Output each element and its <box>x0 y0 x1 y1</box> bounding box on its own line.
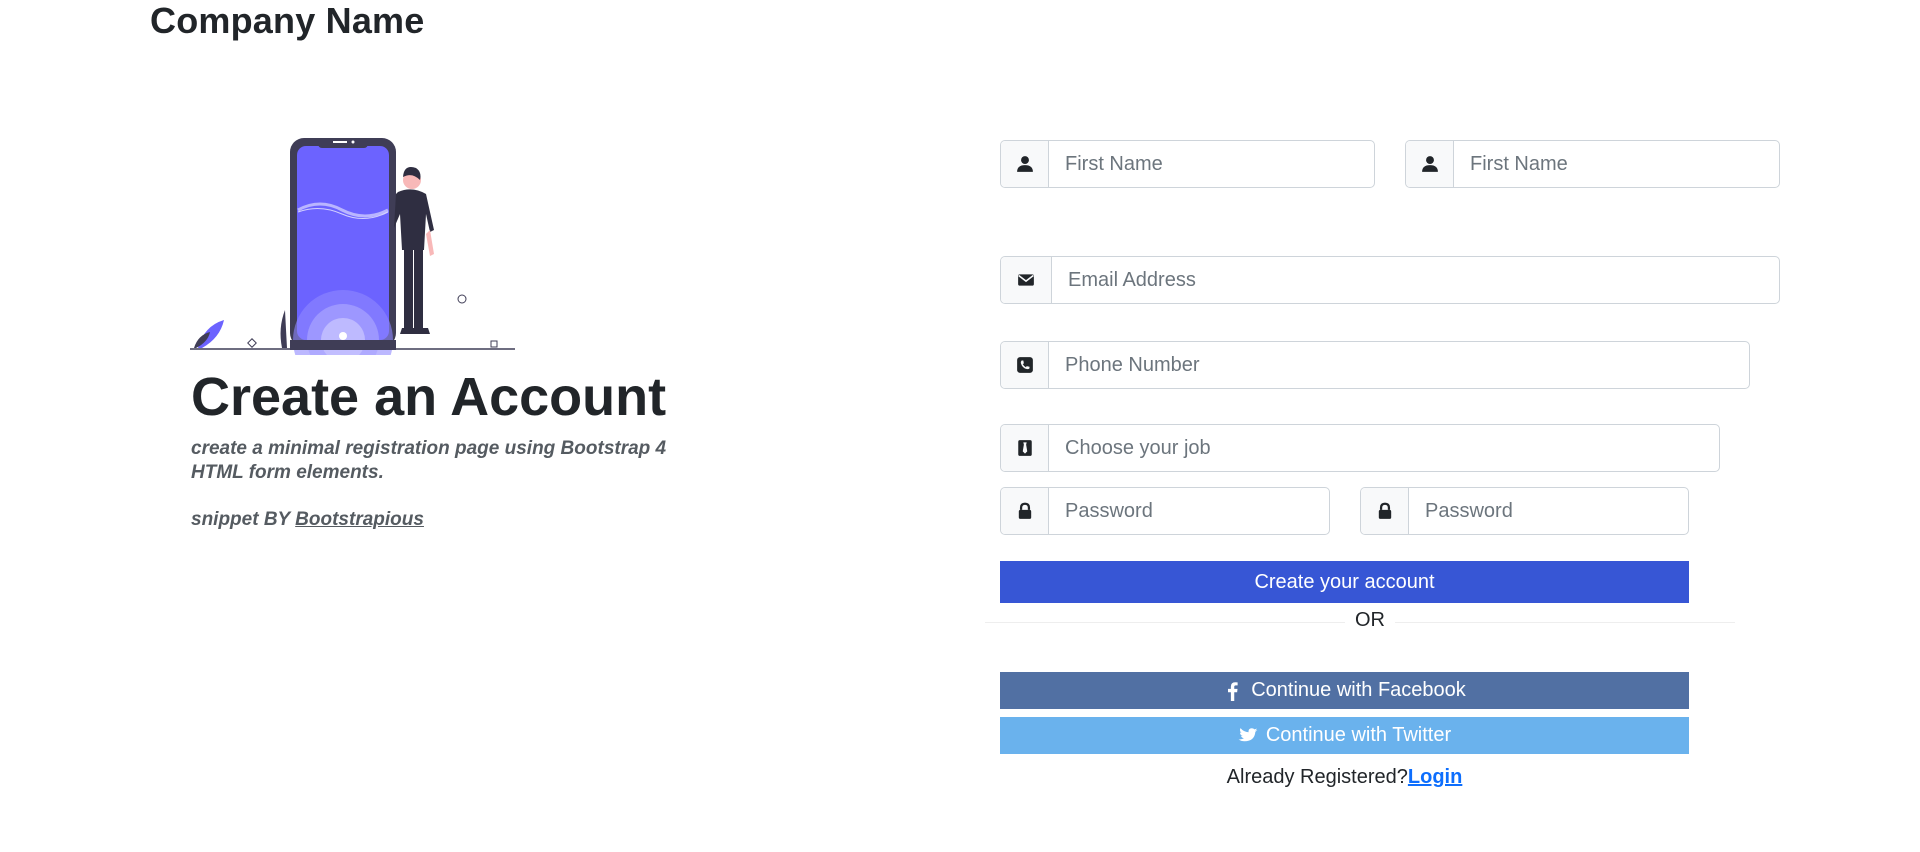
twitter-button-label: Continue with Twitter <box>1265 724 1452 746</box>
last-name-group <box>1405 140 1780 188</box>
create-account-button[interactable]: Create your account <box>1000 561 1689 603</box>
phone-icon <box>1001 342 1049 388</box>
password-confirm-input[interactable] <box>1409 488 1688 534</box>
twitter-icon <box>1238 727 1258 741</box>
first-name-group <box>1000 140 1375 188</box>
facebook-button-label: Continue with Facebook <box>1251 679 1466 701</box>
page-subtitle: create a minimal registration page using… <box>191 438 667 483</box>
already-registered-text: Already Registered? <box>1226 766 1408 788</box>
login-prompt: Already Registered?Login <box>1000 766 1689 789</box>
facebook-icon <box>1228 681 1238 701</box>
facebook-button[interactable]: Continue with Facebook <box>1000 672 1689 709</box>
user-icon <box>1001 141 1049 187</box>
snippet-credit: snippet BY Bootstrapious <box>191 509 424 531</box>
password-confirm-group <box>1360 487 1689 535</box>
job-group <box>1000 424 1720 472</box>
bootstrapious-link[interactable]: Bootstrapious <box>295 509 424 530</box>
lock-icon <box>1361 488 1409 534</box>
envelope-icon <box>1001 257 1052 303</box>
last-name-input[interactable] <box>1454 141 1779 187</box>
job-input[interactable] <box>1049 425 1719 471</box>
company-name[interactable]: Company Name <box>150 0 424 42</box>
twitter-button[interactable]: Continue with Twitter <box>1000 717 1689 754</box>
first-name-input[interactable] <box>1049 141 1374 187</box>
email-input[interactable] <box>1052 257 1779 303</box>
tie-icon <box>1001 425 1049 471</box>
phone-input[interactable] <box>1049 342 1749 388</box>
phone-person-illustration <box>190 138 515 355</box>
snippet-prefix: snippet BY <box>191 509 296 530</box>
page-title: Create an Account <box>191 367 667 427</box>
password-group <box>1000 487 1330 535</box>
login-link[interactable]: Login <box>1408 766 1462 788</box>
user-icon <box>1406 141 1454 187</box>
or-divider-label: OR <box>1345 609 1395 632</box>
password-input[interactable] <box>1049 488 1329 534</box>
lock-icon <box>1001 488 1049 534</box>
phone-group <box>1000 341 1750 389</box>
email-group <box>1000 256 1780 304</box>
